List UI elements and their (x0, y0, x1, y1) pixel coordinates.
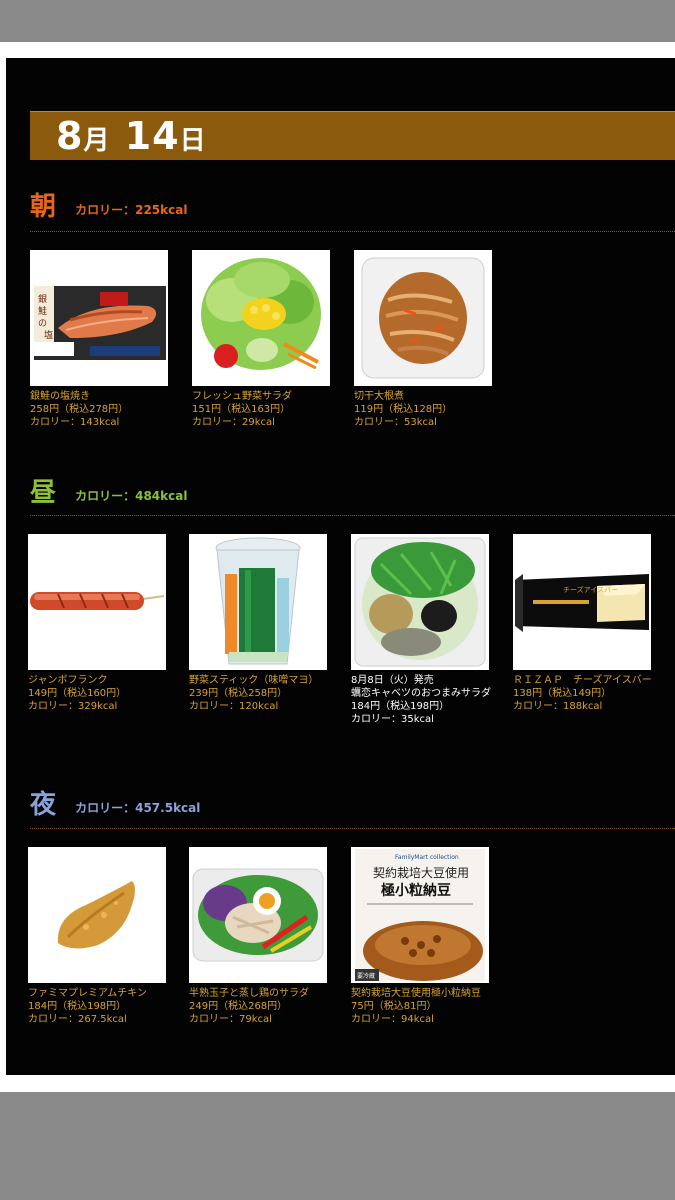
item-calories: カロリー：188kcal (513, 701, 603, 712)
section-title-breakfast: 朝 (30, 192, 57, 222)
item-name: ＲＩＺＡＰ チーズアイスバー (513, 675, 652, 686)
item-price: 184円（税込198円） (28, 1001, 127, 1012)
item-info: ＲＩＺＡＰ チーズアイスバー 138円（税込149円） カロリー：188kcal (513, 674, 653, 713)
item-name: 蠣恋キャベツのおつまみサラダ (351, 688, 491, 699)
item-release-note: 8月8日（火）発売 (351, 675, 434, 686)
date-month: 8 (56, 114, 84, 158)
item-name: 野菜スティック（味噌マヨ） (189, 675, 319, 686)
item-name: ジャンボフランク (28, 675, 108, 686)
item-calories: カロリー：120kcal (189, 701, 279, 712)
item-info: 銀鮭の塩焼き 258円（税込278円） カロリー：143kcal (30, 390, 170, 429)
svg-text:鮭: 鮭 (38, 305, 47, 317)
dried-radish-image (354, 250, 492, 386)
item-calories: カロリー：79kcal (189, 1014, 272, 1025)
item-name: ファミマプレミアムチキン (28, 988, 147, 999)
date-day-unit: 日 (179, 126, 207, 156)
svg-text:の: の (38, 319, 47, 329)
natto-pack-line1: 契約栽培大豆使用 (373, 865, 469, 880)
item-name: 契約栽培大豆使用極小粒納豆 (351, 988, 481, 999)
date-banner: 8月 14日 (30, 111, 675, 163)
item-info: 半熟玉子と蒸し鶏のサラダ 249円（税込268円） カロリー：79kcal (189, 987, 329, 1026)
ice-bar-pack-label: チーズアイスバー (563, 585, 618, 594)
section-divider (30, 231, 675, 232)
item-calories: カロリー：329kcal (28, 701, 118, 712)
item-price: 151円（税込163円） (192, 404, 291, 415)
item-calories: カロリー：29kcal (192, 417, 275, 428)
item-price: 75円（税込81円） (351, 1001, 437, 1012)
vegetable-salad-image (192, 250, 330, 386)
cabbage-salad-image (351, 534, 489, 670)
item-price: 258円（税込278円） (30, 404, 129, 415)
item-price: 138円（税込149円） (513, 688, 612, 699)
item-name: 銀鮭の塩焼き (30, 391, 90, 402)
item-info: フレッシュ野菜サラダ 151円（税込163円） カロリー：29kcal (192, 390, 332, 429)
item-name: 半熟玉子と蒸し鶏のサラダ (189, 988, 309, 999)
date-day: 14 (124, 114, 180, 158)
menu-item-sausage[interactable]: ジャンボフランク 149円（税込160円） カロリー：329kcal (28, 534, 168, 713)
item-price: 239円（税込258円） (189, 688, 288, 699)
item-name: 切干大根煮 (354, 391, 404, 402)
vegetable-sticks-image (189, 534, 327, 670)
item-info: 8月8日（火）発売 蠣恋キャベツのおつまみサラダ 184円（税込198円） カロ… (351, 674, 491, 726)
item-name: フレッシュ野菜サラダ (192, 391, 292, 402)
menu-item-egg-chicken-salad[interactable]: 半熟玉子と蒸し鶏のサラダ 249円（税込268円） カロリー：79kcal (189, 847, 329, 1026)
menu-item-vegetable-sticks[interactable]: 野菜スティック（味噌マヨ） 239円（税込258円） カロリー：120kcal (189, 534, 329, 713)
natto-pack-tag: 要冷蔵 (357, 972, 375, 980)
natto-image: FamilyMart collection 契約栽培大豆使用 極小粒納豆 要冷蔵 (351, 847, 489, 983)
cheese-ice-bar-image: チーズアイスバー (513, 534, 651, 670)
date-month-unit: 月 (83, 126, 111, 156)
menu-item-cheese-ice-bar[interactable]: チーズアイスバー ＲＩＺＡＰ チーズアイスバー 138円（税込149円） カロリ… (513, 534, 653, 713)
date-title: 8月 14日 (56, 114, 207, 163)
grilled-salmon-image: 銀 鮭 の 塩 (30, 250, 168, 386)
svg-text:銀: 銀 (38, 293, 47, 305)
item-calories: カロリー：35kcal (351, 714, 434, 725)
item-info: ファミマプレミアムチキン 184円（税込198円） カロリー：267.5kcal (28, 987, 168, 1026)
section-calories-breakfast: カロリー：225kcal (75, 202, 188, 217)
menu-panel: 8月 14日 朝 カロリー：225kcal 銀 鮭 の 塩 銀鮭の塩焼き 258… (6, 58, 675, 1075)
egg-chicken-salad-image (189, 847, 327, 983)
menu-item-salmon[interactable]: 銀 鮭 の 塩 銀鮭の塩焼き 258円（税込278円） カロリー：143kcal (30, 250, 170, 429)
section-header-breakfast: 朝 カロリー：225kcal (30, 190, 187, 226)
item-price: 149円（税込160円） (28, 688, 127, 699)
sausage-image (28, 534, 166, 670)
section-calories-dinner: カロリー：457.5kcal (75, 800, 201, 815)
menu-item-vegetable-salad[interactable]: フレッシュ野菜サラダ 151円（税込163円） カロリー：29kcal (192, 250, 332, 429)
item-calories: カロリー：94kcal (351, 1014, 434, 1025)
natto-pack-line2: 極小粒納豆 (381, 882, 451, 899)
menu-item-fried-chicken[interactable]: ファミマプレミアムチキン 184円（税込198円） カロリー：267.5kcal (28, 847, 168, 1026)
section-title-lunch: 昼 (30, 478, 57, 508)
item-price: 184円（税込198円） (351, 701, 450, 712)
menu-item-cabbage-salad[interactable]: 8月8日（火）発売 蠣恋キャベツのおつまみサラダ 184円（税込198円） カロ… (351, 534, 491, 726)
item-calories: カロリー：53kcal (354, 417, 437, 428)
section-divider (30, 828, 675, 829)
item-info: ジャンボフランク 149円（税込160円） カロリー：329kcal (28, 674, 168, 713)
svg-text:塩: 塩 (44, 329, 53, 341)
section-divider (30, 515, 675, 516)
item-info: 切干大根煮 119円（税込128円） カロリー：53kcal (354, 390, 494, 429)
section-header-dinner: 夜 カロリー：457.5kcal (30, 788, 200, 824)
section-header-lunch: 昼 カロリー：484kcal (30, 476, 187, 512)
item-info: 契約栽培大豆使用極小粒納豆 75円（税込81円） カロリー：94kcal (351, 987, 491, 1026)
natto-pack-brand: FamilyMart collection (395, 854, 459, 861)
item-calories: カロリー：143kcal (30, 417, 120, 428)
item-info: 野菜スティック（味噌マヨ） 239円（税込258円） カロリー：120kcal (189, 674, 329, 713)
fried-chicken-image (28, 847, 166, 983)
item-calories: カロリー：267.5kcal (28, 1014, 127, 1025)
menu-item-dried-radish[interactable]: 切干大根煮 119円（税込128円） カロリー：53kcal (354, 250, 494, 429)
section-calories-lunch: カロリー：484kcal (75, 488, 188, 503)
item-price: 249円（税込268円） (189, 1001, 288, 1012)
item-price: 119円（税込128円） (354, 404, 453, 415)
menu-item-natto[interactable]: FamilyMart collection 契約栽培大豆使用 極小粒納豆 要冷蔵… (351, 847, 491, 1026)
section-title-dinner: 夜 (30, 790, 57, 820)
